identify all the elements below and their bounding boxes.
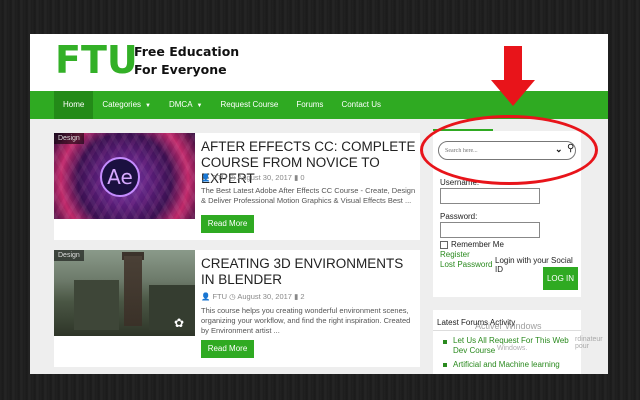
clock-icon: ◷: [229, 292, 236, 301]
post-date: August 30, 2017: [237, 173, 292, 182]
chevron-down-icon: ▼: [145, 103, 151, 109]
password-label: Password:: [440, 212, 478, 221]
nav-item-dmca[interactable]: DMCA ▼: [160, 91, 212, 119]
windows-activation-watermark: Activer Windows: [475, 321, 542, 331]
annotation-arrow-head-icon: [491, 80, 535, 106]
post-card: ✿ Design CREATING 3D ENVIRONMENTS IN BLE…: [54, 250, 420, 367]
nav-label: Contact Us: [341, 100, 382, 109]
nav-label: Categories: [102, 100, 142, 109]
nav-label: Forums: [296, 100, 324, 109]
windows-activation-watermark-detail: Windows.: [497, 345, 528, 352]
password-field[interactable]: [440, 222, 540, 238]
post-meta: 👤 FTU ◷ August 30, 2017 ▮ 0: [201, 173, 304, 182]
forums-widget: Latest Forums Activity Let Us All Reques…: [433, 310, 581, 374]
read-more-button[interactable]: Read More: [201, 215, 254, 233]
windows-activation-watermark-side: rdinateur pour: [575, 336, 603, 350]
blender-logo-icon: ✿: [174, 316, 185, 330]
nav-item-contact-us[interactable]: Contact Us: [332, 91, 390, 119]
nav-item-forums[interactable]: Forums: [287, 91, 332, 119]
thumbnail-tower: [124, 256, 142, 326]
annotation-arrow-icon: [504, 46, 522, 82]
login-button[interactable]: LOG IN: [543, 267, 578, 290]
post-thumbnail[interactable]: Ae Design: [54, 133, 195, 219]
site-logo[interactable]: FTU: [55, 38, 138, 82]
post-title[interactable]: CREATING 3D ENVIRONMENTS IN BLENDER: [201, 256, 416, 288]
login-widget: Username: Password: Remember Me Register…: [433, 171, 581, 297]
site-tagline: Free Education For Everyone: [134, 43, 239, 79]
category-tag[interactable]: Design: [54, 250, 84, 261]
category-tag[interactable]: Design: [54, 133, 84, 144]
post-meta: 👤 FTU ◷ August 30, 2017 ▮ 2: [201, 292, 304, 301]
post-date: August 30, 2017: [237, 292, 292, 301]
post-excerpt: This course helps you creating wonderful…: [201, 306, 411, 335]
read-more-button[interactable]: Read More: [201, 340, 254, 358]
remember-me-checkbox[interactable]: [440, 241, 448, 249]
nav-label: Home: [63, 100, 85, 109]
thumbnail-building: [74, 280, 119, 330]
nav-item-request-course[interactable]: Request Course: [212, 91, 288, 119]
comment-icon: ▮: [294, 173, 299, 182]
user-icon: 👤: [201, 292, 211, 301]
post-author[interactable]: FTU: [212, 292, 227, 301]
nav-label: Request Course: [220, 100, 279, 109]
thumbnail-building: [149, 285, 195, 330]
tagline-line2: For Everyone: [134, 62, 227, 77]
post-thumbnail[interactable]: ✿ Design: [54, 250, 195, 336]
tagline-line1: Free Education: [134, 44, 240, 59]
bullet-icon: [443, 363, 447, 367]
nav-item-categories[interactable]: Categories ▼: [93, 91, 160, 119]
register-link[interactable]: Register: [440, 250, 470, 259]
username-field[interactable]: [440, 188, 540, 204]
post-card: Ae Design AFTER EFFECTS CC: COMPLETE COU…: [54, 133, 420, 240]
comment-icon: ▮: [294, 292, 299, 301]
nav-item-home[interactable]: Home: [54, 91, 94, 119]
chevron-down-icon: ▼: [196, 103, 203, 109]
annotation-circle: [420, 115, 598, 185]
post-excerpt: The Best Latest Adobe After Effects CC C…: [201, 186, 416, 205]
remember-me-label: Remember Me: [451, 240, 504, 249]
comment-count[interactable]: 2: [300, 292, 304, 301]
bullet-icon: [443, 340, 447, 344]
forum-item[interactable]: Artificial and Machine learning: [453, 360, 579, 370]
after-effects-logo-icon: Ae: [100, 157, 140, 197]
clock-icon: ◷: [229, 173, 236, 182]
lost-password-link[interactable]: Lost Password: [440, 260, 492, 269]
nav-label: DMCA: [168, 100, 193, 109]
comment-count[interactable]: 0: [300, 173, 304, 182]
user-icon: 👤: [201, 173, 211, 182]
post-author[interactable]: FTU: [212, 173, 227, 182]
